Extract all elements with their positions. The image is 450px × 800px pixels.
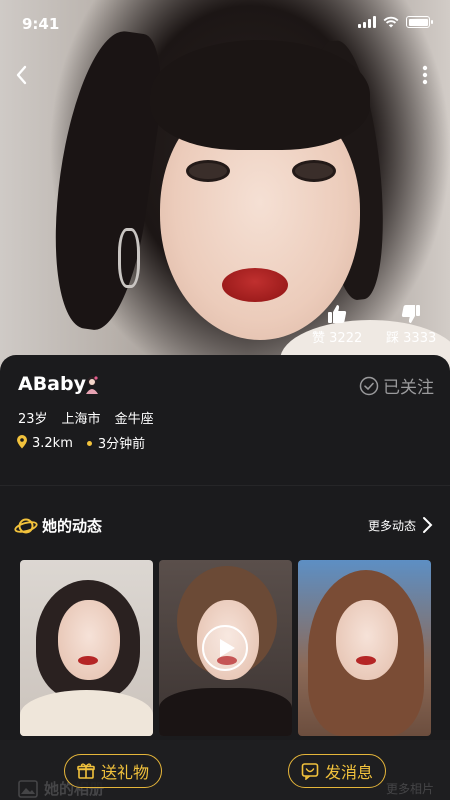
message-icon [301, 763, 319, 780]
send-gift-label: 送礼物 [100, 763, 149, 782]
thumbs-down-icon [402, 305, 421, 323]
section-divider [0, 485, 450, 486]
album-more-link: 更多相片 [385, 782, 434, 796]
moments-title: 她的动态 [42, 517, 103, 535]
send-gift-button[interactable]: 送礼物 [64, 754, 162, 788]
status-icons [358, 16, 433, 28]
planet-icon [14, 518, 38, 534]
battery-icon [406, 16, 433, 28]
send-message-button[interactable]: 发消息 [288, 754, 386, 788]
like-count: 3222 [329, 331, 363, 346]
dislike-label: 踩 [386, 331, 400, 346]
profile-info-card: ABaby 已关注 23岁 上海市 金牛座 3.2km 3分钟前 她的动态 更多… [0, 355, 450, 800]
status-bar: 9:41 [0, 0, 450, 50]
cover-eye-right [292, 160, 336, 182]
bottom-action-bar: 她的相册 更多相片 送礼物 发消息 [0, 740, 450, 800]
user-city: 上海市 [61, 412, 101, 427]
dislike-button[interactable]: 踩 3333 [386, 303, 436, 346]
more-options-icon[interactable] [412, 60, 438, 90]
chevron-right-icon[interactable] [420, 515, 434, 535]
album-icon [18, 779, 38, 798]
send-message-label: 发消息 [324, 763, 373, 782]
user-zodiac: 金牛座 [114, 412, 154, 427]
female-badge-icon [86, 376, 98, 394]
active-item: 3分钟前 [86, 433, 146, 452]
follow-status-button[interactable]: 已关注 [359, 373, 434, 398]
like-label: 赞 [312, 331, 326, 346]
distance-item: 3.2km [16, 434, 73, 451]
like-button[interactable]: 赞 3222 [312, 303, 362, 346]
user-location-info: 3.2km 3分钟前 [16, 433, 145, 452]
cellular-signal-icon [358, 16, 376, 28]
moments-section-header: 她的动态 更多动态 [14, 513, 436, 539]
thumbs-up-icon [328, 305, 347, 323]
user-age: 23岁 [18, 412, 48, 427]
follow-label: 已关注 [383, 378, 434, 398]
cover-lips [222, 268, 288, 302]
check-circle-icon [359, 376, 379, 395]
back-arrow-icon[interactable] [8, 60, 38, 90]
user-basic-info: 23岁 上海市 金牛座 [18, 408, 154, 427]
user-last-active: 3分钟前 [97, 437, 146, 452]
user-name: ABaby [18, 373, 86, 395]
profile-screen: 9:41 赞 3222 踩 3333 ABaby 已关注 23岁 上海市 金牛座… [0, 0, 450, 800]
moment-video-thumbnail[interactable] [159, 560, 292, 736]
cover-bangs [150, 40, 370, 150]
location-pin-icon [17, 434, 27, 448]
play-icon[interactable] [201, 624, 249, 672]
moment-thumbnail[interactable] [298, 560, 431, 736]
moments-thumbnails [20, 560, 431, 736]
more-moments-link[interactable]: 更多动态 [368, 517, 416, 534]
cover-hair-left [39, 25, 171, 335]
dislike-count: 3333 [403, 331, 437, 346]
profile-cover-photo [0, 0, 450, 372]
cover-eye-left [186, 160, 230, 182]
status-time: 9:41 [22, 15, 60, 33]
gift-icon [77, 763, 95, 779]
wifi-icon [383, 16, 399, 28]
user-distance: 3.2km [32, 435, 73, 451]
online-dot-icon [86, 441, 92, 446]
moment-thumbnail[interactable] [20, 560, 153, 736]
cover-earring [118, 228, 140, 288]
